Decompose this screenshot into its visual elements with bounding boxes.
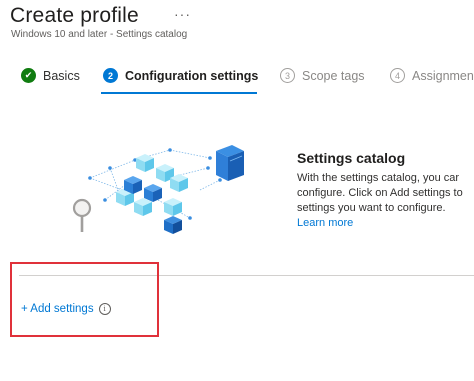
checkmark-icon: ✔	[21, 68, 36, 83]
page-subtitle: Windows 10 and later - Settings catalog	[11, 29, 188, 40]
settings-catalog-illustration-icon	[72, 145, 244, 234]
settings-catalog-description: With the settings catalog, you car confi…	[297, 171, 474, 216]
step-number: 2	[103, 68, 118, 83]
step-label: Scope tags	[302, 68, 365, 83]
step-basics[interactable]: ✔ Basics	[21, 68, 80, 83]
active-step-indicator	[101, 92, 257, 94]
info-icon[interactable]: i	[98, 303, 111, 315]
highlight-annotation-box	[10, 262, 159, 337]
step-assignments[interactable]: 4 Assignmen	[390, 68, 474, 83]
step-label: Assignmen	[412, 68, 474, 83]
step-label: Basics	[43, 68, 80, 83]
wizard-steps: ✔ Basics 2 Configuration settings 3 Scop…	[0, 68, 474, 94]
learn-more-link[interactable]: Learn more	[297, 217, 353, 229]
create-profile-page: Create profile ··· Windows 10 and later …	[0, 0, 474, 381]
more-options-icon[interactable]: ···	[174, 6, 191, 22]
description-line: With the settings catalog, you car	[297, 172, 460, 184]
step-number: 4	[390, 68, 405, 83]
step-number: 3	[280, 68, 295, 83]
step-scope-tags[interactable]: 3 Scope tags	[280, 68, 365, 83]
magnifier-icon	[72, 198, 92, 232]
add-settings-label: + Add settings	[21, 303, 94, 315]
description-line: settings you want to configure.	[297, 202, 446, 214]
step-configuration-settings[interactable]: 2 Configuration settings	[103, 68, 258, 83]
step-label: Configuration settings	[125, 68, 259, 83]
add-settings-link[interactable]: + Add settings i	[21, 303, 111, 315]
description-line: configure. Click on Add settings to	[297, 187, 463, 199]
page-title: Create profile	[10, 4, 139, 27]
settings-catalog-title: Settings catalog	[297, 150, 406, 166]
book-icon	[216, 145, 244, 181]
